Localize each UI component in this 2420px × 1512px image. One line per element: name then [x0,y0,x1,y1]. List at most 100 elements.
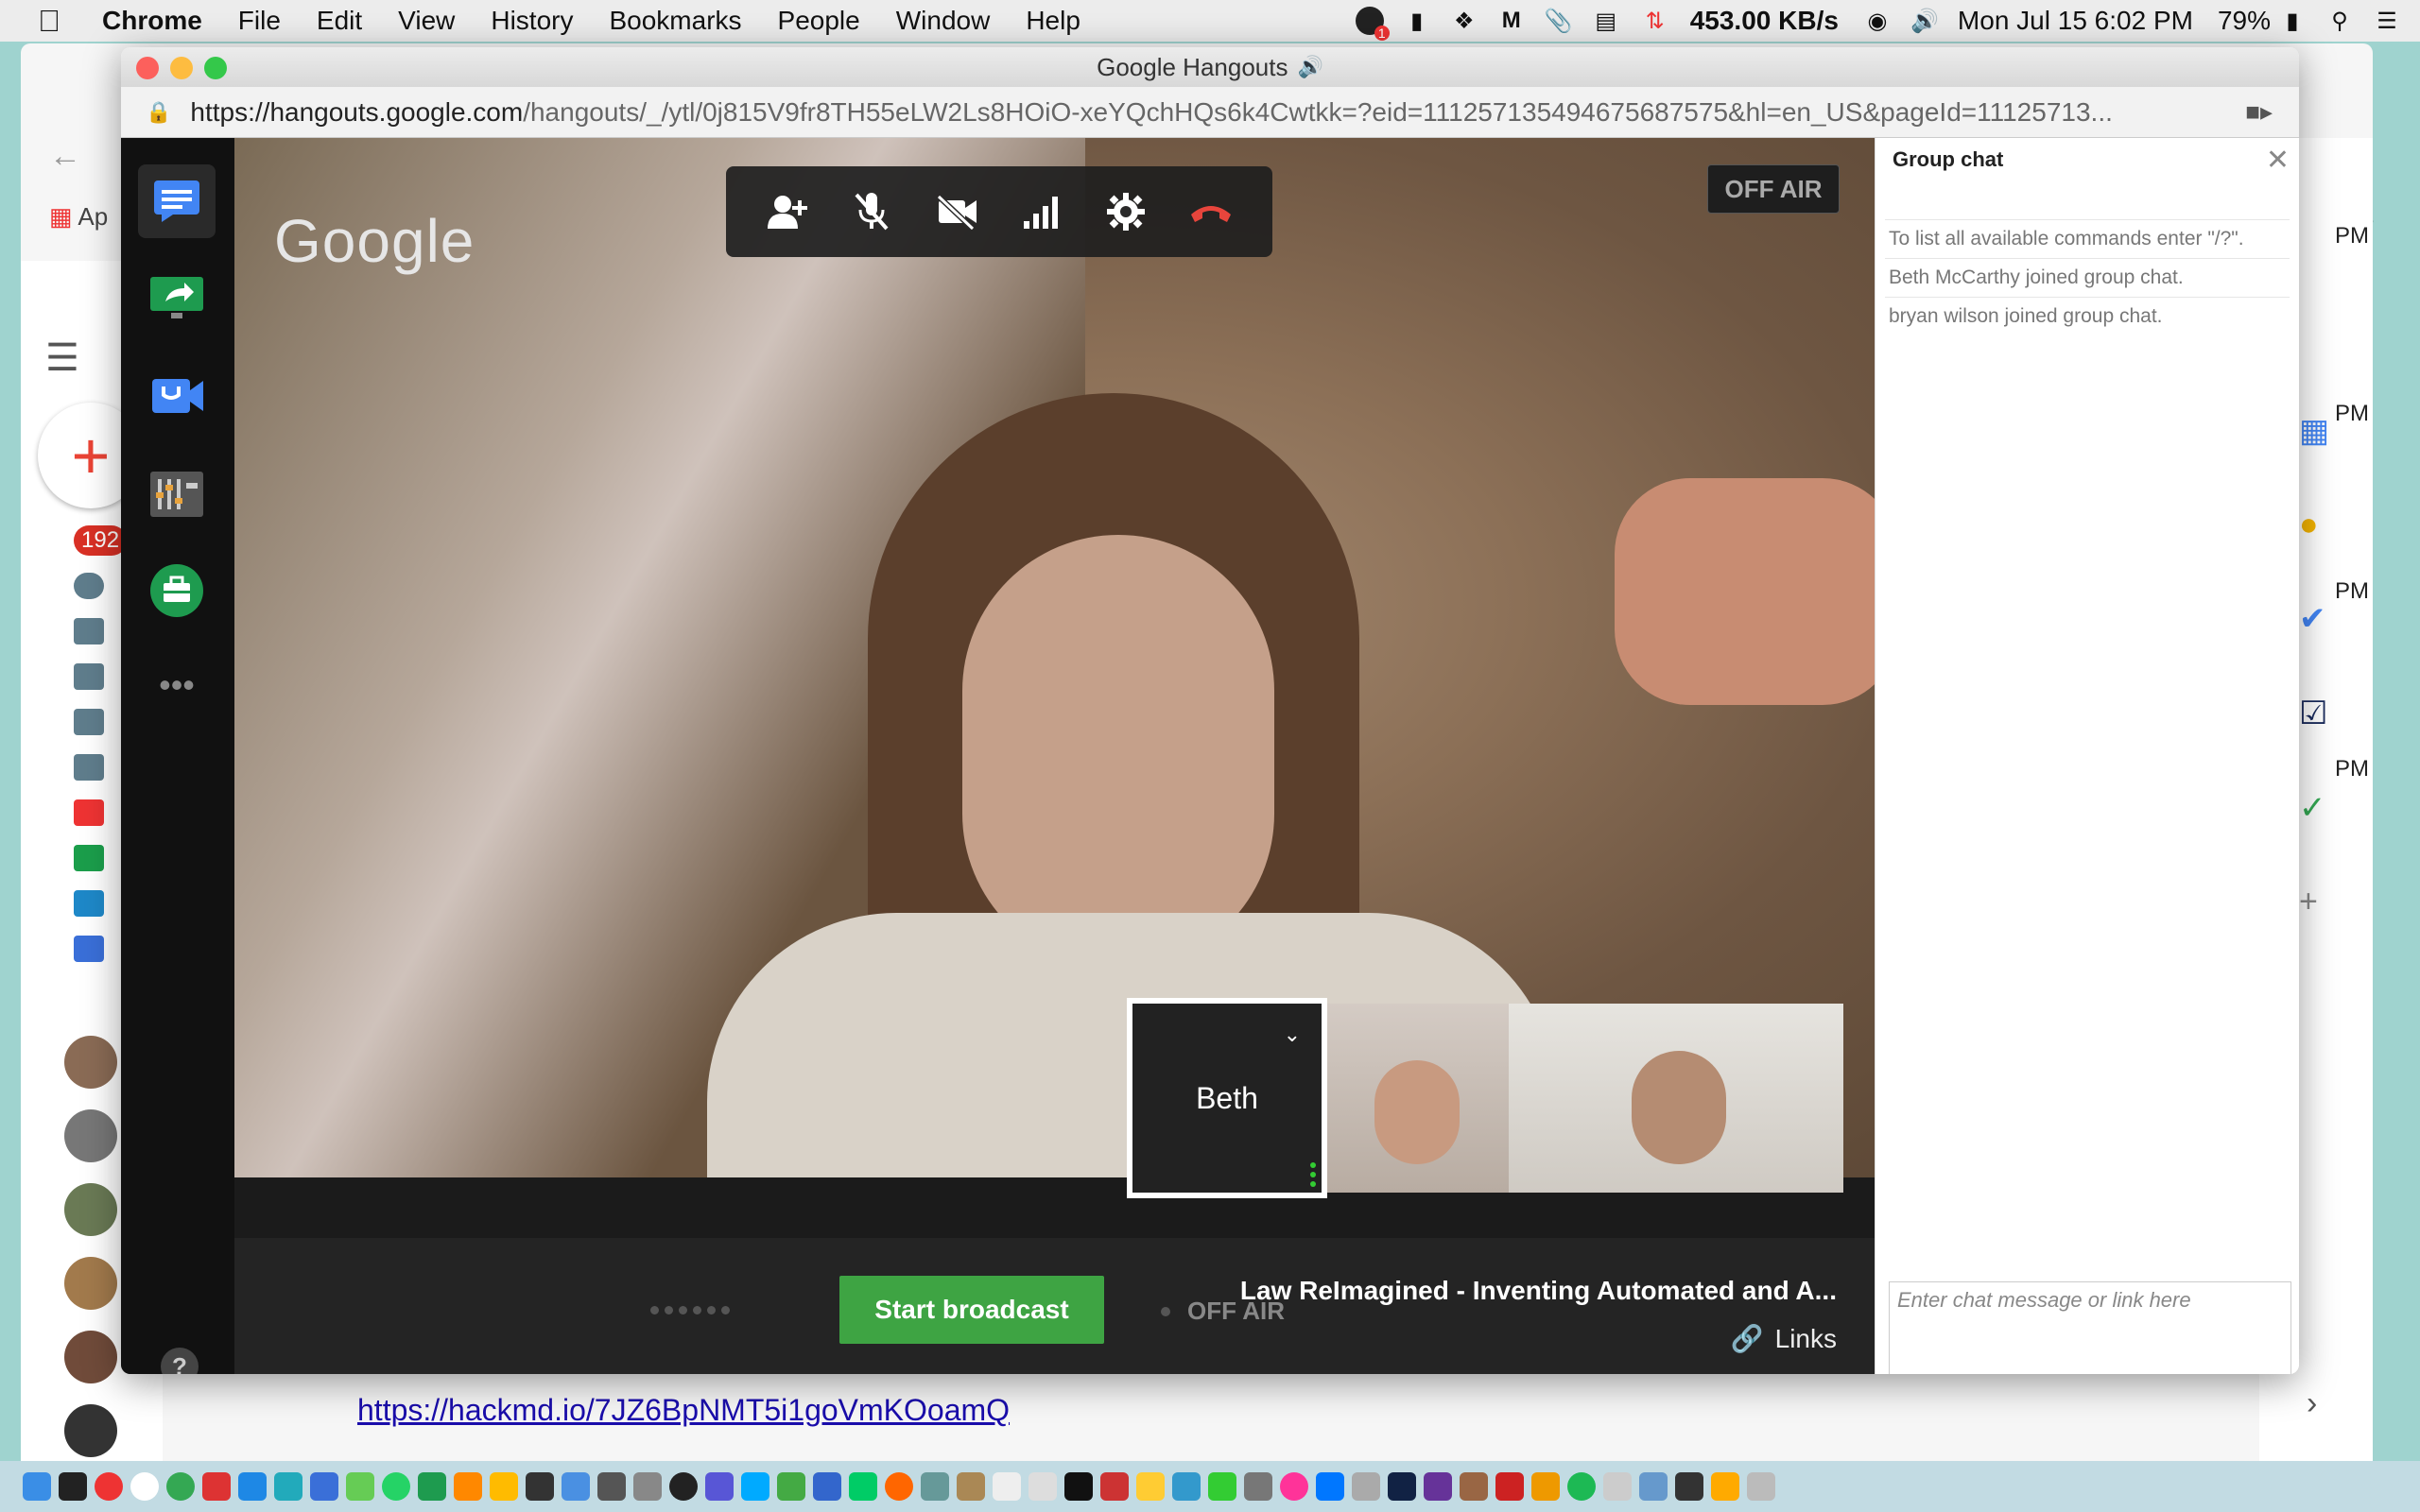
app-icon[interactable] [382,1472,410,1501]
keep-icon[interactable]: ● [2299,507,2329,543]
app-icon[interactable] [1352,1472,1380,1501]
drafts-icon[interactable] [74,663,104,690]
avatar[interactable] [64,1404,117,1457]
label-blue-icon[interactable] [74,890,104,917]
settings-gear-icon[interactable] [1099,185,1152,238]
app-icon[interactable] [202,1472,231,1501]
app-icon[interactable] [921,1472,949,1501]
control-room-app-icon[interactable] [138,457,216,531]
mute-microphone-icon[interactable] [845,185,898,238]
apple-icon[interactable]:  [38,4,70,39]
mailplane-icon[interactable]: M [1497,7,1526,35]
clock[interactable]: Mon Jul 15 6:02 PM [1958,6,2193,36]
app-icon[interactable] [526,1472,554,1501]
camera-in-use-icon[interactable]: ■▸ [2245,97,2273,127]
app-icon[interactable] [1172,1472,1201,1501]
menu-edit[interactable]: Edit [317,6,362,36]
chevron-down-icon[interactable]: ⌄ [1284,1022,1301,1047]
finder-icon[interactable] [23,1472,51,1501]
app-icon[interactable] [741,1472,769,1501]
volume-icon[interactable]: 🔊 [1910,7,1939,35]
app-icon[interactable] [1244,1472,1272,1501]
back-arrow-icon[interactable]: ← [49,138,81,175]
start-broadcast-button[interactable]: Start broadcast [839,1276,1104,1344]
app-icon[interactable] [1711,1472,1739,1501]
app-icon[interactable] [993,1472,1021,1501]
label-red-icon[interactable] [74,799,104,826]
hang-up-icon[interactable] [1184,185,1237,238]
app-icon[interactable] [1064,1472,1093,1501]
avatar[interactable] [64,1257,117,1310]
app-icon[interactable] [418,1472,446,1501]
menu-view[interactable]: View [398,6,455,36]
apps-bookmark[interactable]: ▦ Ap [49,202,108,232]
emoji-icon[interactable]: ☺ [2217,1373,2246,1374]
effects-app-icon[interactable] [138,359,216,433]
app-icon[interactable] [1280,1472,1308,1501]
app-icon[interactable] [238,1472,267,1501]
app-icon[interactable] [1028,1472,1057,1501]
bookmark-icon[interactable]: ▮ [1403,7,1431,35]
menu-window[interactable]: Window [896,6,991,36]
links-button[interactable]: 🔗 Links [1731,1323,1837,1354]
app-icon[interactable] [885,1472,913,1501]
app-icon[interactable] [1460,1472,1488,1501]
app-icon[interactable] [597,1472,626,1501]
participant-tile-2[interactable] [1327,1004,1509,1193]
app-icon[interactable] [130,1472,159,1501]
app-icon[interactable] [813,1472,841,1501]
label-green-icon[interactable] [74,845,104,871]
turn-off-camera-icon[interactable] [930,185,983,238]
chevron-right-icon[interactable]: › [2307,1385,2317,1422]
chat-input[interactable]: Enter chat message or link here ☺ ▲ [1889,1281,2291,1374]
label-icon[interactable] [74,754,104,781]
app-icon[interactable] [166,1472,195,1501]
chat-app-icon[interactable] [138,164,216,238]
minimize-window-button[interactable] [170,57,193,79]
app-icon[interactable] [346,1472,374,1501]
trash-icon[interactable] [1747,1472,1775,1501]
invite-people-icon[interactable] [761,185,814,238]
app-icon[interactable] [1208,1472,1236,1501]
menu-bookmarks[interactable]: Bookmarks [609,6,741,36]
hamburger-menu-icon[interactable]: ☰ [45,336,79,380]
avatar[interactable] [64,1109,117,1162]
spotlight-icon[interactable]: ⚲ [2325,7,2354,35]
app-icon[interactable] [1639,1472,1668,1501]
menu-people[interactable]: People [778,6,860,36]
check-icon[interactable]: ✓ [2299,789,2329,827]
briefcase-app-icon[interactable] [138,554,216,627]
app-icon[interactable] [1495,1472,1524,1501]
more-apps-icon[interactable]: ••• [138,648,216,722]
chrome-icon[interactable] [95,1472,123,1501]
app-icon[interactable] [1424,1472,1452,1501]
app-icon[interactable] [1675,1472,1703,1501]
app-icon[interactable] [1567,1472,1596,1501]
app-icon[interactable] [705,1472,734,1501]
participant-tile-3[interactable] [1509,1004,1843,1193]
app-icon[interactable] [274,1472,302,1501]
app-icon[interactable] [1100,1472,1129,1501]
avatar[interactable] [64,1036,117,1089]
app-icon[interactable] [669,1472,698,1501]
terminal-icon[interactable] [59,1472,87,1501]
app-icon[interactable] [849,1472,877,1501]
hackmd-link[interactable]: https://hackmd.io/7JZ6BpNMT5i1goVmKOoamQ [357,1393,1010,1428]
zoom-window-button[interactable] [204,57,227,79]
participant-tile-beth[interactable]: Beth ⌄ [1127,998,1327,1198]
app-icon[interactable] [562,1472,590,1501]
app-icon[interactable] [1603,1472,1632,1501]
app-icon[interactable] [1388,1472,1416,1501]
paperclip-icon[interactable]: 📎 [1545,7,1573,35]
sent-icon[interactable] [74,618,104,644]
menu-file[interactable]: File [238,6,281,36]
menu-help[interactable]: Help [1026,6,1080,36]
tasks-icon[interactable]: ✔ [2299,600,2329,638]
label-blue2-icon[interactable] [74,936,104,962]
app-icon[interactable] [454,1472,482,1501]
app-icon[interactable] [1531,1472,1560,1501]
app-icon[interactable] [310,1472,338,1501]
dropbox-icon[interactable]: ❖ [1450,7,1478,35]
app-icon[interactable] [490,1472,518,1501]
avatar[interactable] [64,1331,117,1383]
